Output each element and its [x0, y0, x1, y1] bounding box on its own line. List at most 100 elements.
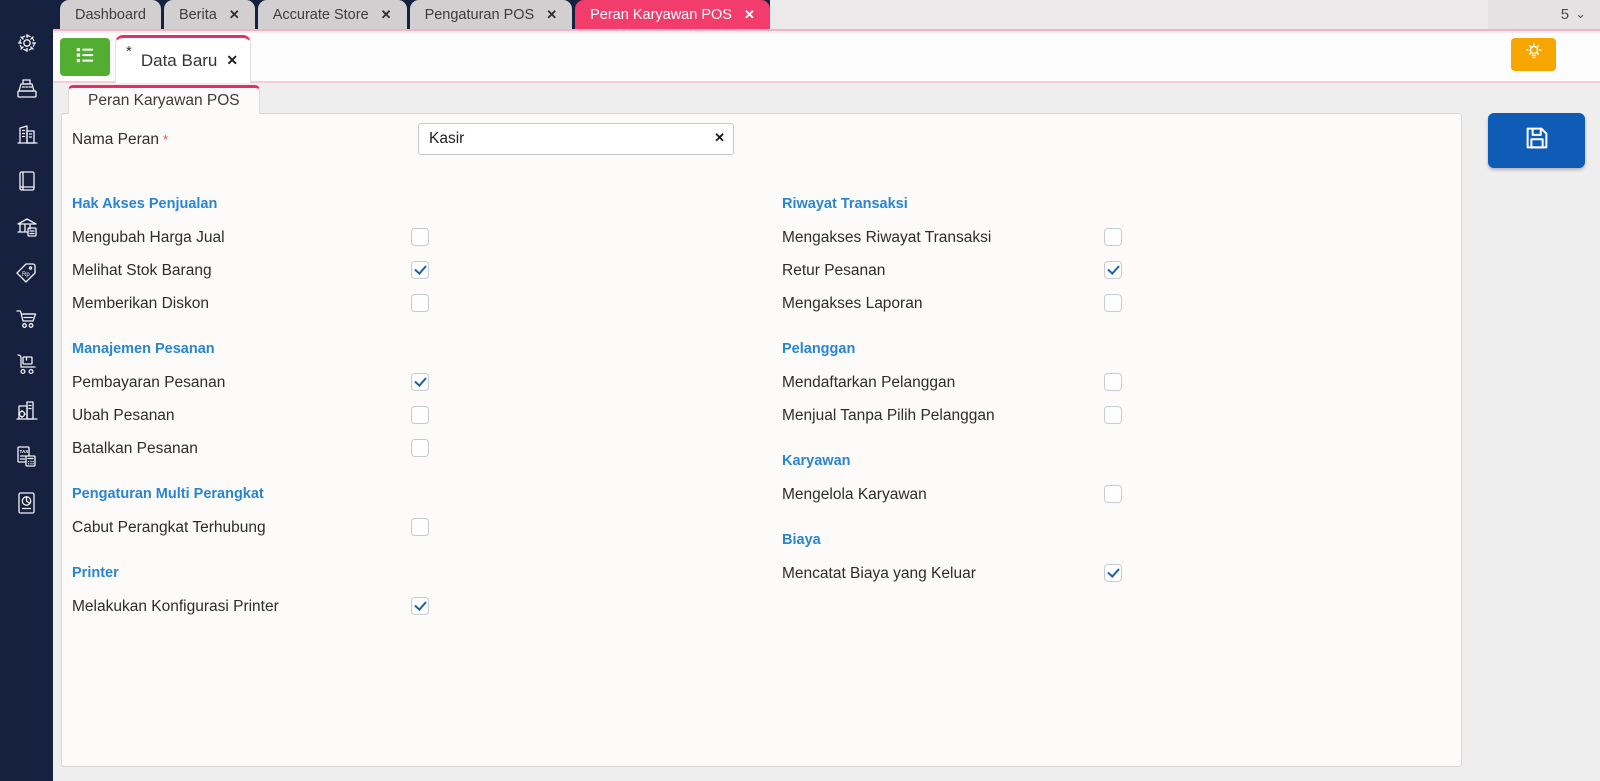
- open-list-button[interactable]: [60, 38, 110, 76]
- app-tab-strip: Dashboard Berita ✕ Accurate Store ✕ Pengatura…: [53, 0, 770, 29]
- permission-row: Mendaftarkan Pelanggan: [782, 366, 1442, 399]
- tab-label: Berita: [178, 6, 217, 23]
- bank-store-icon[interactable]: [14, 214, 40, 240]
- checkbox-checked[interactable]: [1104, 564, 1122, 582]
- permission-row: Mengubah Harga Jual: [72, 221, 762, 254]
- permission-label: Melihat Stok Barang: [72, 261, 212, 279]
- permission-label: Mengubah Harga Jual: [72, 228, 225, 246]
- clear-input-icon[interactable]: ✕: [714, 130, 725, 146]
- role-name-input[interactable]: [418, 123, 734, 155]
- checkbox-unchecked[interactable]: [1104, 485, 1122, 503]
- checkbox-unchecked[interactable]: [411, 518, 429, 536]
- permission-row: Pembayaran Pesanan: [72, 366, 762, 399]
- tab-label: Pengaturan POS: [424, 6, 535, 23]
- section-title: Manajemen Pesanan: [72, 341, 215, 357]
- section-title: Hak Akses Penjualan: [72, 196, 218, 212]
- checkbox-unchecked[interactable]: [1104, 294, 1122, 312]
- close-icon[interactable]: ✕: [226, 52, 238, 69]
- form-panel: Nama Peran* ✕ Hak Akses Penjualan Menguba…: [61, 113, 1462, 767]
- permission-label: Mengakses Riwayat Transaksi: [782, 228, 992, 246]
- app-tab-bar: Dashboard Berita ✕ Accurate Store ✕ Pengatura…: [53, 0, 1600, 31]
- tab-label: Dashboard: [75, 6, 146, 23]
- permission-row: Batalkan Pesanan: [72, 432, 762, 465]
- required-asterisk: *: [163, 132, 169, 147]
- checkbox-unchecked[interactable]: [411, 294, 429, 312]
- document-tab-data-baru[interactable]: * Data Baru ✕: [115, 35, 252, 83]
- price-tag-rp-icon[interactable]: Rp: [14, 260, 40, 286]
- tab-pengaturan-pos[interactable]: Pengaturan POS ✕: [409, 0, 573, 29]
- section-title: Pelanggan: [782, 341, 856, 357]
- name-field-row: Nama Peran* ✕: [72, 122, 1451, 156]
- name-input-wrap: ✕: [418, 123, 734, 155]
- chevron-down-icon: ⌄: [1575, 6, 1586, 22]
- checkbox-unchecked[interactable]: [411, 406, 429, 424]
- delivery-trolley-icon[interactable]: [14, 352, 40, 378]
- name-field-label: Nama Peran *: [72, 131, 168, 149]
- checkbox-unchecked[interactable]: [411, 439, 429, 457]
- permission-label: Mencatat Biaya yang Keluar: [782, 564, 976, 582]
- permission-label: Melakukan Konfigurasi Printer: [72, 597, 279, 615]
- checkbox-checked[interactable]: [411, 373, 429, 391]
- sidebar: Rp TAX: [0, 0, 53, 781]
- tab-accurate-store[interactable]: Accurate Store ✕: [257, 0, 407, 29]
- permissions-column-right: Riwayat Transaksi Mengakses Riwayat Trans…: [782, 184, 1442, 590]
- close-icon[interactable]: ✕: [744, 7, 755, 23]
- tab-label: Peran Karyawan POS: [590, 6, 732, 23]
- section-title: Printer: [72, 565, 119, 581]
- permission-row: Melakukan Konfigurasi Printer: [72, 590, 762, 623]
- form-tab-peran-karyawan-pos[interactable]: Peran Karyawan POS: [68, 85, 260, 114]
- tab-dashboard[interactable]: Dashboard: [60, 0, 161, 29]
- document-tab-label: Data Baru: [140, 50, 218, 70]
- cash-register-icon[interactable]: [14, 76, 40, 102]
- save-button[interactable]: [1488, 113, 1585, 168]
- checkbox-checked[interactable]: [411, 261, 429, 279]
- name-label-text: Nama Peran: [72, 131, 160, 148]
- modified-indicator: *: [126, 43, 132, 60]
- shopping-cart-icon[interactable]: [14, 306, 40, 332]
- checkbox-unchecked[interactable]: [1104, 406, 1122, 424]
- section-title: Karyawan: [782, 453, 851, 469]
- permission-label: Mendaftarkan Pelanggan: [782, 373, 956, 391]
- tab-peran-karyawan-pos[interactable]: Peran Karyawan POS ✕: [575, 0, 770, 29]
- settings-icon[interactable]: [14, 30, 40, 56]
- permission-label: Menjual Tanpa Pilih Pelanggan: [782, 406, 995, 424]
- tips-button[interactable]: [1511, 38, 1556, 71]
- permission-row: Mencatat Biaya yang Keluar: [782, 557, 1442, 590]
- permission-label: Mengakses Laporan: [782, 294, 923, 312]
- company-building-icon[interactable]: [14, 122, 40, 148]
- permission-row: Mengakses Laporan: [782, 287, 1442, 320]
- close-icon[interactable]: ✕: [229, 7, 240, 23]
- svg-text:Rp: Rp: [22, 272, 30, 278]
- permission-row: Menjual Tanpa Pilih Pelanggan: [782, 399, 1442, 432]
- permission-row: Mengakses Riwayat Transaksi: [782, 221, 1442, 254]
- permission-label: Pembayaran Pesanan: [72, 373, 226, 391]
- tab-berita[interactable]: Berita ✕: [163, 0, 255, 29]
- section-title: Riwayat Transaksi: [782, 196, 908, 212]
- permission-row: Memberikan Diskon: [72, 287, 762, 320]
- close-icon[interactable]: ✕: [381, 7, 392, 23]
- section-title: Biaya: [782, 532, 821, 548]
- section-title: Pengaturan Multi Perangkat: [72, 486, 264, 502]
- list-icon: [74, 44, 96, 71]
- close-icon[interactable]: ✕: [546, 7, 557, 23]
- manufacture-icon[interactable]: [14, 398, 40, 424]
- report-piechart-icon[interactable]: [14, 490, 40, 516]
- checkbox-unchecked[interactable]: [411, 228, 429, 246]
- permission-row: Ubah Pesanan: [72, 399, 762, 432]
- permission-label: Cabut Perangkat Terhubung: [72, 518, 266, 536]
- lightbulb-icon: [1524, 42, 1544, 67]
- permission-label: Batalkan Pesanan: [72, 439, 198, 457]
- tax-document-icon[interactable]: TAX: [14, 444, 40, 470]
- checkbox-checked[interactable]: [1104, 261, 1122, 279]
- permission-row: Mengelola Karyawan: [782, 478, 1442, 511]
- tab-counter-value: 5: [1560, 6, 1570, 23]
- form-tab-label: Peran Karyawan POS: [88, 92, 240, 109]
- floppy-disk-icon: [1522, 123, 1552, 158]
- checkbox-unchecked[interactable]: [1104, 228, 1122, 246]
- book-icon[interactable]: [14, 168, 40, 194]
- checkbox-checked[interactable]: [411, 597, 429, 615]
- tab-counter-dropdown[interactable]: 5 ⌄: [1488, 0, 1600, 29]
- permission-row: Cabut Perangkat Terhubung: [72, 511, 762, 544]
- permission-row: Melihat Stok Barang: [72, 254, 762, 287]
- checkbox-unchecked[interactable]: [1104, 373, 1122, 391]
